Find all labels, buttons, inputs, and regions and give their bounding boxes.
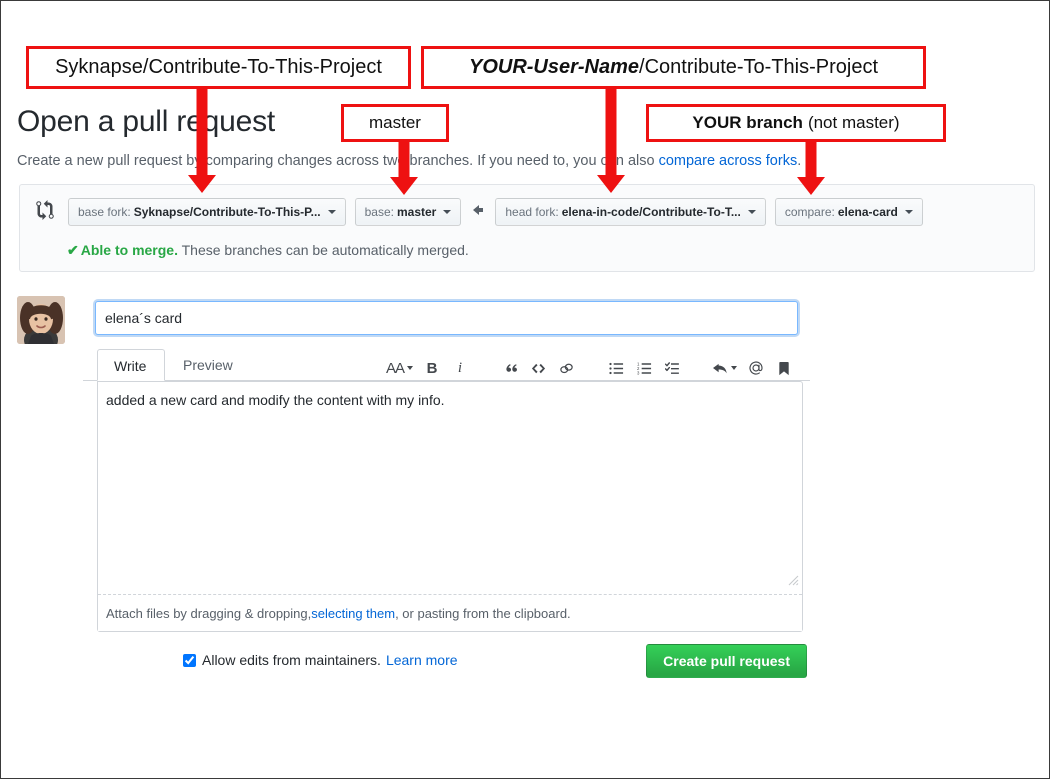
annotation-compare-branch-strong: YOUR branch [692, 113, 803, 133]
merge-status-strong: Able to merge. [81, 242, 178, 258]
base-branch-value: master [397, 205, 436, 219]
reply-icon[interactable] [708, 356, 742, 380]
check-icon: ✔ [67, 242, 79, 258]
base-branch-label: base: [365, 205, 394, 219]
allow-edits-label: Allow edits from maintainers. [202, 652, 381, 668]
comment-editor[interactable]: added a new card and modify the content … [97, 381, 803, 632]
merge-status-text: These branches can be automatically merg… [178, 242, 469, 258]
head-fork-value: elena-in-code/Contribute-To-T... [562, 205, 741, 219]
avatar [17, 296, 65, 344]
pr-title-input[interactable] [95, 301, 798, 335]
bold-icon[interactable]: B [418, 356, 446, 380]
editor-tabnav: Write Preview AA B i [83, 349, 810, 381]
attach-text-after: , or pasting from the clipboard. [395, 606, 571, 621]
head-fork-label: head fork: [505, 205, 558, 219]
base-fork-value: Syknapse/Contribute-To-This-P... [134, 205, 321, 219]
saved-replies-icon[interactable] [770, 356, 798, 380]
create-pull-request-button[interactable]: Create pull request [646, 644, 807, 678]
annotation-base-fork-box: Syknapse/Contribute-To-This-Project [26, 46, 411, 89]
task-list-icon[interactable] [658, 356, 686, 380]
page-subtitle-text: Create a new pull request by comparing c… [17, 153, 659, 169]
annotation-compare-branch-text: (not master) [808, 113, 900, 133]
tab-write[interactable]: Write [97, 349, 165, 381]
annotation-arrow-base-branch [389, 139, 419, 195]
unordered-list-icon[interactable] [602, 356, 630, 380]
merge-status: ✔Able to merge. These branches can be au… [67, 242, 469, 259]
compare-branch-value: elena-card [838, 205, 898, 219]
mention-icon[interactable] [742, 356, 770, 380]
annotation-base-fork-text: Syknapse/Contribute-To-This-Project [55, 56, 382, 79]
annotation-head-fork-text: /Contribute-To-This-Project [639, 56, 878, 79]
annotation-head-fork-box: YOUR-User-Name/Contribute-To-This-Projec… [421, 46, 926, 89]
learn-more-link[interactable]: Learn more [386, 652, 458, 668]
screenshot-root: Open a pull request Create a new pull re… [0, 0, 1050, 779]
chevron-down-icon [443, 210, 451, 214]
annotation-base-branch-text: master [369, 113, 421, 133]
base-fork-label: base fork: [78, 205, 131, 219]
chevron-down-icon [328, 210, 336, 214]
annotation-arrow-base-fork [187, 87, 217, 193]
attach-text-before: Attach files by dragging & dropping, [106, 606, 311, 621]
form-footer: Allow edits from maintainers. Learn more… [97, 644, 803, 684]
base-fork-select[interactable]: base fork: Syknapse/Contribute-To-This-P… [68, 198, 346, 226]
code-icon[interactable] [524, 356, 552, 380]
quote-icon[interactable] [496, 356, 524, 380]
page-title: Open a pull request [17, 104, 275, 140]
svg-text:3: 3 [637, 370, 640, 375]
chevron-down-icon [905, 210, 913, 214]
head-fork-select[interactable]: head fork: elena-in-code/Contribute-To-T… [495, 198, 765, 226]
annotation-base-branch-box: master [341, 104, 449, 142]
pull-request-form: Write Preview AA B i [83, 296, 810, 696]
annotation-arrow-compare-branch [796, 139, 826, 195]
allow-edits-row[interactable]: Allow edits from maintainers. Learn more [183, 652, 458, 668]
chevron-down-icon [748, 210, 756, 214]
git-compare-icon [36, 200, 58, 222]
resize-handle-icon[interactable] [785, 572, 799, 586]
base-branch-select[interactable]: base: master [355, 198, 462, 226]
annotation-head-fork-emphasis: YOUR-User-Name [469, 56, 639, 79]
compare-across-forks-link[interactable]: compare across forks [659, 153, 798, 169]
chevron-down-icon [407, 366, 413, 370]
comment-body-text[interactable]: added a new card and modify the content … [106, 391, 445, 410]
arrow-left-icon [470, 202, 486, 222]
markdown-toolbar: AA B i [381, 354, 798, 382]
annotation-compare-branch-box: YOUR branch(not master) [646, 104, 946, 142]
italic-icon[interactable]: i [446, 356, 474, 380]
compare-branch-select[interactable]: compare: elena-card [775, 198, 923, 226]
allow-edits-checkbox[interactable] [183, 654, 196, 667]
compare-branch-label: compare: [785, 205, 835, 219]
chevron-down-icon [731, 366, 737, 370]
attach-files-bar: Attach files by dragging & dropping, sel… [98, 594, 802, 631]
tab-preview[interactable]: Preview [167, 349, 249, 381]
annotation-arrow-head-fork [596, 87, 626, 193]
ordered-list-icon[interactable]: 1 2 3 [630, 356, 658, 380]
branch-range-editor: base fork: Syknapse/Contribute-To-This-P… [68, 198, 923, 226]
selecting-them-link[interactable]: selecting them [311, 606, 395, 621]
heading-icon[interactable]: AA [381, 356, 418, 380]
link-icon[interactable] [552, 356, 580, 380]
